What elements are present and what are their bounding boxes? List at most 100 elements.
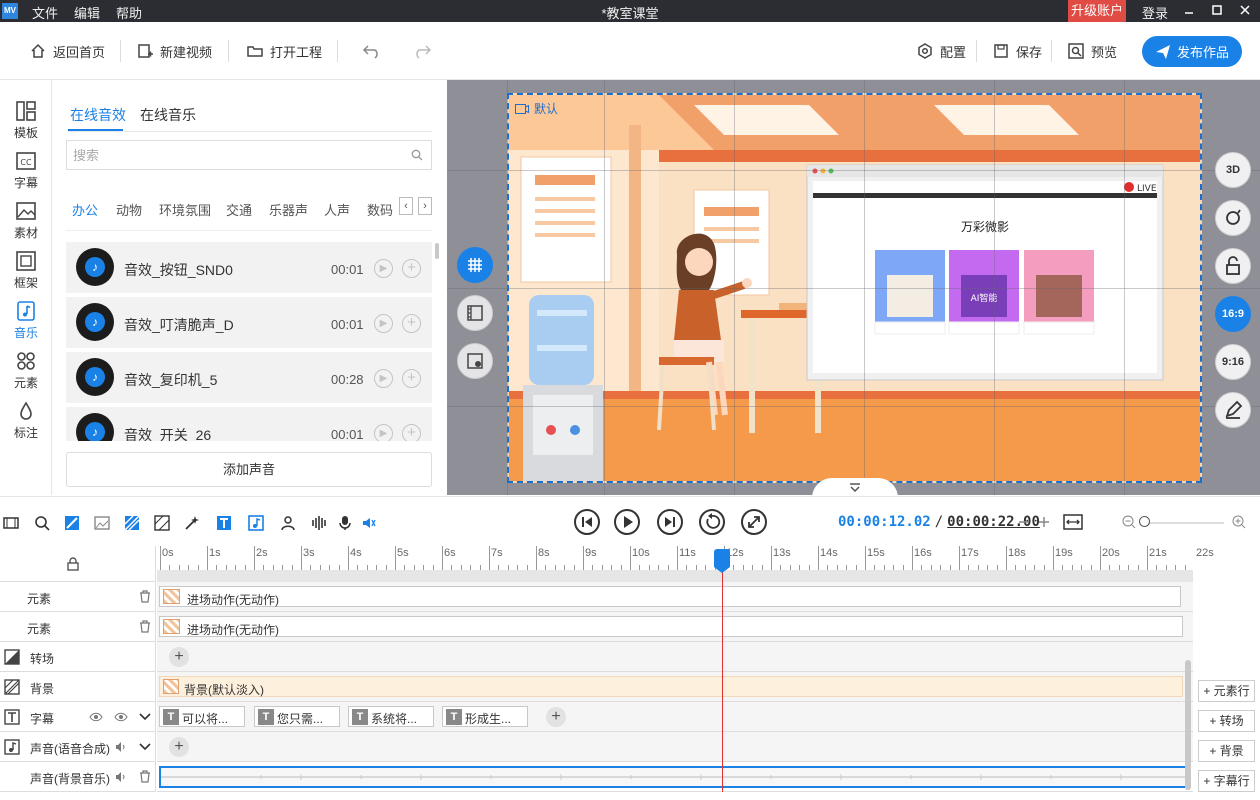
shape-icon[interactable] <box>64 515 80 531</box>
nav-elements[interactable]: 元素 <box>0 348 52 396</box>
clip-icon[interactable] <box>3 515 19 531</box>
trash-icon[interactable] <box>139 620 151 633</box>
save-button[interactable]: 保存 <box>993 41 1042 61</box>
maximize-icon[interactable] <box>1208 2 1226 20</box>
add-icon[interactable]: + <box>402 369 421 388</box>
play-icon[interactable]: ▶ <box>374 314 393 333</box>
minus-duration-icon[interactable] <box>1018 516 1030 528</box>
ratio-9-16-button[interactable]: 9:16 <box>1215 344 1251 380</box>
music-note-icon[interactable] <box>248 515 264 531</box>
open-project-button[interactable]: 打开工程 <box>247 41 322 61</box>
category-prev-icon[interactable]: ‹ <box>399 197 413 215</box>
timeline-scrollbar[interactable] <box>1185 660 1191 790</box>
eye-icon[interactable] <box>114 712 128 722</box>
add-element-row-button[interactable]: + 元素行 <box>1198 680 1255 702</box>
zoom-search-icon[interactable] <box>34 515 50 531</box>
add-background-button[interactable]: + 背景 <box>1198 740 1255 762</box>
upgrade-account-button[interactable]: 升级账户 <box>1068 0 1126 22</box>
caption-clip[interactable]: T 可以将... <box>159 706 245 727</box>
plus-duration-icon[interactable] <box>1038 516 1050 528</box>
undo-icon[interactable] <box>362 41 389 61</box>
edit-pen-icon[interactable] <box>1215 392 1251 428</box>
volume-icon[interactable] <box>361 515 377 531</box>
trash-icon[interactable] <box>139 590 151 603</box>
add-transition-icon[interactable]: + <box>169 647 189 667</box>
play-icon[interactable]: ▶ <box>374 259 393 278</box>
category-instrument[interactable]: 乐器声 <box>269 200 308 219</box>
play-icon[interactable]: ▶ <box>374 369 393 388</box>
trash-icon[interactable] <box>139 770 151 783</box>
sound-item[interactable]: ♪ 音效_叮清脆声_D 00:01 ▶ + <box>66 297 432 348</box>
bgm-audio-clip[interactable] <box>159 766 1187 788</box>
nav-caption[interactable]: CC 字幕 <box>0 148 52 196</box>
skip-start-icon[interactable] <box>574 509 600 535</box>
sound-item[interactable]: ♪ 音效_按钮_SND0 00:01 ▶ + <box>66 242 432 293</box>
add-caption-row-button[interactable]: + 字幕行 <box>1198 770 1255 792</box>
collapse-canvas-icon[interactable] <box>812 478 898 495</box>
category-traffic[interactable]: 交通 <box>226 200 252 219</box>
preview-button[interactable]: 预览 <box>1068 41 1117 61</box>
scene-settings-button[interactable] <box>457 343 493 379</box>
login-link[interactable]: 登录 <box>1142 3 1168 22</box>
nav-frame[interactable]: 框架 <box>0 248 52 296</box>
skip-end-icon[interactable] <box>657 509 683 535</box>
menu-help[interactable]: 帮助 <box>116 3 142 22</box>
eye-icon[interactable] <box>89 712 103 722</box>
ruler-range-bar[interactable] <box>157 570 1193 582</box>
search-input[interactable] <box>73 146 403 164</box>
fullscreen-icon[interactable] <box>741 509 767 535</box>
config-button[interactable]: 配置 <box>917 41 966 61</box>
fit-width-icon[interactable] <box>1063 514 1083 530</box>
category-next-icon[interactable]: › <box>418 197 432 215</box>
play-button[interactable] <box>614 509 640 535</box>
tab-online-music[interactable]: 在线音乐 <box>140 105 196 125</box>
nav-annotate[interactable]: 标注 <box>0 398 52 446</box>
chevron-down-icon[interactable] <box>139 713 151 721</box>
add-icon[interactable]: + <box>402 424 421 441</box>
microphone-icon[interactable] <box>337 515 353 531</box>
element-clip[interactable]: 进场动作(无动作) <box>159 586 1181 607</box>
zoom-slider-track[interactable] <box>1144 522 1224 524</box>
nav-template[interactable]: 模板 <box>0 98 52 146</box>
caption-clip[interactable]: T 系统将... <box>348 706 434 727</box>
close-icon[interactable] <box>1236 2 1254 20</box>
speaker-icon[interactable] <box>115 741 127 753</box>
text-icon[interactable] <box>216 515 232 531</box>
nav-material[interactable]: 素材 <box>0 198 52 246</box>
zoom-in-icon[interactable] <box>1232 515 1246 529</box>
unlock-icon[interactable] <box>1215 248 1251 284</box>
audio-wave-icon[interactable] <box>311 515 327 531</box>
zoom-slider-handle[interactable] <box>1139 516 1150 527</box>
ratio-16-9-button[interactable]: 16:9 <box>1215 296 1251 332</box>
mosaic-icon[interactable] <box>154 515 170 531</box>
sound-item[interactable]: ♪ 音效_复印机_5 00:28 ▶ + <box>66 352 432 403</box>
add-transition-button[interactable]: + 转场 <box>1198 710 1255 732</box>
person-icon[interactable] <box>280 515 296 531</box>
magic-icon[interactable] <box>184 515 200 531</box>
caption-clip[interactable]: T 形成生... <box>442 706 528 727</box>
publish-button[interactable]: 发布作品 <box>1142 36 1242 67</box>
category-ambience[interactable]: 环境氛围 <box>159 200 211 219</box>
minimize-icon[interactable] <box>1180 2 1198 20</box>
toggle-3d-button[interactable]: 3D <box>1215 152 1251 188</box>
replay-icon[interactable] <box>699 509 725 535</box>
time-ruler[interactable]: 0s 1s 2s 3s 4s 5s 6s 7s 8s 9s 10s 11s 12s 13s 14s 15s 16… <box>157 546 1214 570</box>
speaker-icon[interactable] <box>115 771 127 783</box>
category-digital[interactable]: 数码 <box>367 200 399 219</box>
home-button[interactable]: 返回首页 <box>30 41 105 61</box>
menu-edit[interactable]: 编辑 <box>74 3 100 22</box>
add-caption-icon[interactable]: + <box>546 707 566 727</box>
rotate-icon[interactable] <box>1215 200 1251 236</box>
sound-item[interactable]: ♪ 音效_开关_26 00:01 ▶ + <box>66 407 432 441</box>
playhead-handle[interactable] <box>714 549 730 573</box>
tab-online-sfx[interactable]: 在线音效 <box>70 105 126 125</box>
storyboard-button[interactable] <box>457 295 493 331</box>
add-voice-icon[interactable]: + <box>169 737 189 757</box>
play-icon[interactable]: ▶ <box>374 424 393 441</box>
element-clip[interactable]: 进场动作(无动作) <box>159 616 1183 637</box>
new-video-button[interactable]: 新建视频 <box>137 41 212 61</box>
nav-music[interactable]: 音乐 <box>0 298 52 346</box>
category-animal[interactable]: 动物 <box>116 200 142 219</box>
add-icon[interactable]: + <box>402 259 421 278</box>
category-voice[interactable]: 人声 <box>324 200 350 219</box>
